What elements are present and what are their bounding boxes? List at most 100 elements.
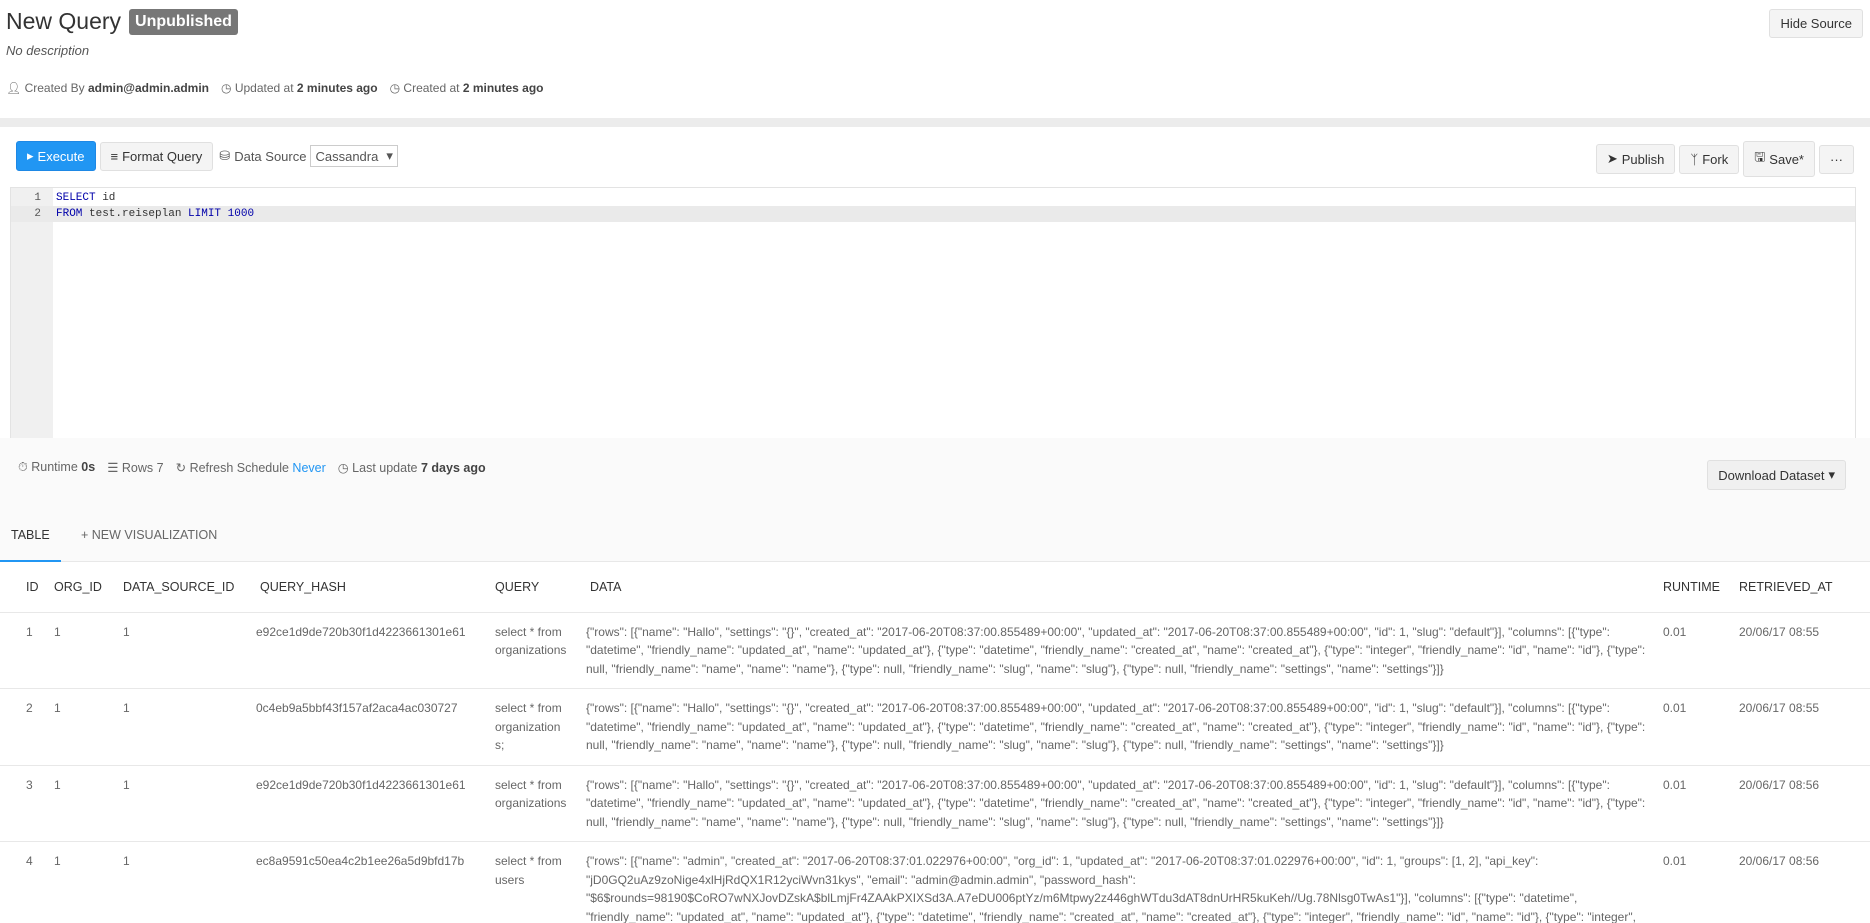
data-source-select[interactable]: Cassandra ▾ [310,145,398,167]
stopwatch-icon: ⏱︎ [18,460,28,474]
format-query-button[interactable]: ≡ Format Query [99,141,214,171]
data-source-picker: ⛁ Data Source Cassandra ▾ [219,145,398,167]
query-results: ⏱︎ Runtime 0s ☰ Rows 7 ↻ Refresh Schedul… [0,438,1870,923]
query-header: New Query Unpublished No description 👤︎ … [0,0,1870,118]
cell-data-source-id: 1 [110,688,236,766]
fork-icon: ᛉ [1690,151,1699,167]
cell-query: select * from organizations [482,612,578,689]
code-text: SELECT id [56,192,116,204]
line-number: 2 [34,208,41,220]
cell-query: select * from organizations [482,765,578,842]
editor-toolbar: ▸ Execute ≡ Format Query ⛁ Data Source C… [0,141,1870,177]
execute-button[interactable]: ▸ Execute [16,141,96,171]
table-header-row: ID ORG_ID DATA_SOURCE_ID QUERY_HASH QUER… [0,562,1870,613]
indent-icon: ≡ [110,148,119,164]
refresh-icon: ↻ [175,461,187,475]
cell-runtime: 0.01 [1658,841,1736,923]
editor-line[interactable]: 1 SELECT id [11,190,1855,206]
cell-data: {"rows": [{"name": "admin", "created_at"… [578,841,1658,923]
status-badge: Unpublished [129,8,238,35]
updated-at: ◷ Updated at 2 minutes ago [221,81,378,95]
tab-new-visualization[interactable]: + NEW VISUALIZATION [70,512,228,562]
results-table: ID ORG_ID DATA_SOURCE_ID QUERY_HASH QUER… [0,562,1870,923]
cell-runtime: 0.01 [1658,765,1736,842]
table-row: 3 1 1 e92ce1d9de720b30f1d4223661301e61 s… [0,765,1870,842]
cell-retrieved-at: 20/06/17 08:55 [1736,612,1870,689]
clock-icon: ◷ [337,461,349,475]
query-editor-panel: ▸ Execute ≡ Format Query ⛁ Data Source C… [0,127,1870,443]
query-description[interactable]: No description [6,43,1864,58]
column-header-data[interactable]: DATA [578,562,1658,613]
cell-retrieved-at: 20/06/17 08:55 [1736,688,1870,766]
editor-gutter [11,188,53,440]
table-row: 4 1 1 ec8a9591c50ea4c2b1ee26a5d9bfd17b s… [0,841,1870,923]
cell-data: {"rows": [{"name": "Hallo", "settings": … [578,612,1658,689]
list-icon: ☰ [107,461,119,475]
cell-data-source-id: 1 [110,765,236,842]
cell-retrieved-at: 20/06/17 08:56 [1736,765,1870,842]
cell-query: select * from users [482,841,578,923]
cell-id: 2 [0,688,46,766]
more-options-button[interactable]: ··· [1819,144,1854,174]
play-icon: ▸ [27,148,34,163]
publish-button[interactable]: ➤ Publish [1595,144,1676,174]
column-header-runtime[interactable]: RUNTIME [1658,562,1736,613]
cell-id: 1 [0,612,46,689]
query-meta: 👤︎ Created By admin@admin.admin ◷ Update… [6,81,1864,95]
query-editor[interactable]: 1 SELECT id 2 FROM test.reiseplan LIMIT … [10,187,1856,441]
cell-org-id: 1 [46,765,110,842]
cell-id: 3 [0,765,46,842]
hide-source-button[interactable]: Hide Source [1769,9,1863,38]
cell-data-source-id: 1 [110,612,236,689]
cell-id: 4 [0,841,46,923]
caret-down-icon: ▾ [386,148,393,163]
cell-data-source-id: 1 [110,841,236,923]
cell-query-hash: ec8a9591c50ea4c2b1ee26a5d9bfd17b [236,841,482,923]
cell-data: {"rows": [{"name": "Hallo", "settings": … [578,688,1658,766]
cell-org-id: 1 [46,612,110,689]
divider [0,118,1870,127]
column-header-query[interactable]: QUERY [482,562,578,613]
save-button[interactable]: 🖫︎ Save* [1743,141,1815,177]
floppy-icon: 🖫︎ [1754,149,1766,164]
paper-plane-icon: ➤ [1606,151,1618,166]
clock-icon: ◷ [221,81,232,95]
results-table-container: ID ORG_ID DATA_SOURCE_ID QUERY_HASH QUER… [0,562,1870,923]
cell-runtime: 0.01 [1658,612,1736,689]
column-header-query-hash[interactable]: QUERY_HASH [236,562,482,613]
line-number: 1 [34,192,41,204]
cell-query-hash: e92ce1d9de720b30f1d4223661301e61 [236,765,482,842]
cell-org-id: 1 [46,688,110,766]
column-header-org-id[interactable]: ORG_ID [46,562,110,613]
cell-query-hash: 0c4eb9a5bbf43f157af2aca4ac030727 [236,688,482,766]
user-icon: 👤︎ [6,81,22,95]
cell-retrieved-at: 20/06/17 08:56 [1736,841,1870,923]
created-by-user: admin@admin.admin [87,81,210,95]
column-header-retrieved-at[interactable]: RETRIEVED_AT [1736,562,1870,613]
editor-line-active[interactable]: 2 FROM test.reiseplan LIMIT 1000 [11,206,1855,222]
column-header-data-source-id[interactable]: DATA_SOURCE_ID [110,562,236,613]
visualization-tabs: TABLE + NEW VISUALIZATION [0,512,1870,562]
download-dataset-button[interactable]: Download Dataset ▾ [1707,460,1846,490]
refresh-schedule-link[interactable]: Never [292,461,325,475]
tab-table[interactable]: TABLE [0,512,61,562]
results-meta: ⏱︎ Runtime 0s ☰ Rows 7 ↻ Refresh Schedul… [18,460,486,475]
cell-runtime: 0.01 [1658,688,1736,766]
cell-org-id: 1 [46,841,110,923]
column-header-id[interactable]: ID [0,562,46,613]
cell-data: {"rows": [{"name": "Hallo", "settings": … [578,765,1658,842]
clock-icon: ◷ [389,81,401,95]
table-row: 1 1 1 e92ce1d9de720b30f1d4223661301e61 s… [0,612,1870,689]
code-text: FROM test.reiseplan LIMIT 1000 [56,208,255,220]
runtime: ⏱︎ Runtime 0s [18,460,96,474]
cell-query: select * from organizations; [482,688,578,766]
last-update: ◷ Last update 7 days ago [337,461,486,475]
fork-button[interactable]: ᛉ Fork [1679,144,1740,174]
refresh-schedule: ↻ Refresh Schedule Never [175,461,326,475]
page-title[interactable]: New Query [6,8,121,35]
table-row: 2 1 1 0c4eb9a5bbf43f157af2aca4ac030727 s… [0,688,1870,766]
cell-query-hash: e92ce1d9de720b30f1d4223661301e61 [236,612,482,689]
created-at: ◷ Created at 2 minutes ago [389,81,544,95]
caret-down-icon: ▾ [1828,467,1835,482]
created-by: 👤︎ Created By admin@admin.admin [6,81,210,95]
